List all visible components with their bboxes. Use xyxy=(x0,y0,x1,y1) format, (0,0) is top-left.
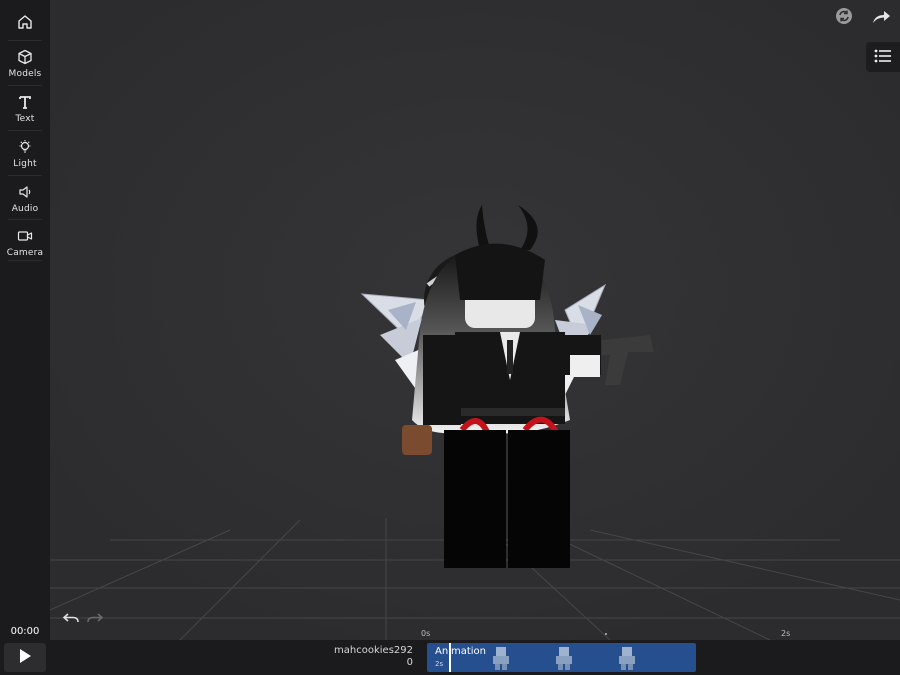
sidebar-divider xyxy=(8,260,42,261)
tick-mark-mid xyxy=(605,633,607,635)
scene-list-button[interactable] xyxy=(866,42,900,72)
share-arrow-icon xyxy=(871,7,891,29)
play-icon xyxy=(18,648,32,668)
current-time: 00:00 xyxy=(10,626,40,637)
sidebar-item-label: Camera xyxy=(6,247,44,258)
clip-thumbnail xyxy=(619,647,635,670)
scene-canvas xyxy=(50,0,900,640)
refresh-icon xyxy=(835,7,853,29)
sidebar-item-camera[interactable]: Camera xyxy=(0,220,50,264)
cube-icon xyxy=(16,48,34,66)
refresh-button[interactable] xyxy=(830,4,858,32)
sidebar-item-light[interactable]: Light xyxy=(0,131,50,175)
sidebar-item-label: Models xyxy=(8,68,42,79)
tick-label-start: 0s xyxy=(421,629,431,638)
sidebar-item-label: Audio xyxy=(11,203,39,214)
redo-button[interactable] xyxy=(86,610,104,626)
scene-viewport[interactable] xyxy=(50,0,900,640)
clip-thumbnail xyxy=(493,647,509,670)
clip-duration: 2s xyxy=(435,660,444,668)
playhead[interactable] xyxy=(449,643,451,672)
text-icon xyxy=(16,93,34,111)
sidebar-item-label: Light xyxy=(13,158,37,169)
track-owner-name: mahcookies292 xyxy=(334,645,413,656)
speaker-icon xyxy=(16,183,34,201)
clip-title: Animation xyxy=(435,646,486,657)
play-button[interactable] xyxy=(4,643,46,672)
animation-clip[interactable]: Animation 2s xyxy=(427,643,696,672)
undo-button[interactable] xyxy=(62,610,80,626)
sidebar-item-models[interactable]: Models xyxy=(0,41,50,85)
home-icon xyxy=(16,13,34,31)
lightbulb-icon xyxy=(16,138,34,156)
clip-thumbnail xyxy=(556,647,572,670)
sidebar-item-text[interactable]: Text xyxy=(0,86,50,130)
track-count: 0 xyxy=(406,657,413,668)
tool-sidebar: Models Text Light Audio Camera xyxy=(0,0,51,640)
timeline-ruler[interactable] xyxy=(50,628,900,640)
list-icon xyxy=(874,48,892,67)
sidebar-item-audio[interactable]: Audio xyxy=(0,176,50,220)
video-camera-icon xyxy=(16,227,34,245)
sidebar-item-label: Text xyxy=(15,113,35,124)
tick-label-end: 2s xyxy=(781,629,791,638)
share-button[interactable] xyxy=(867,4,895,32)
home-button[interactable] xyxy=(0,0,50,44)
